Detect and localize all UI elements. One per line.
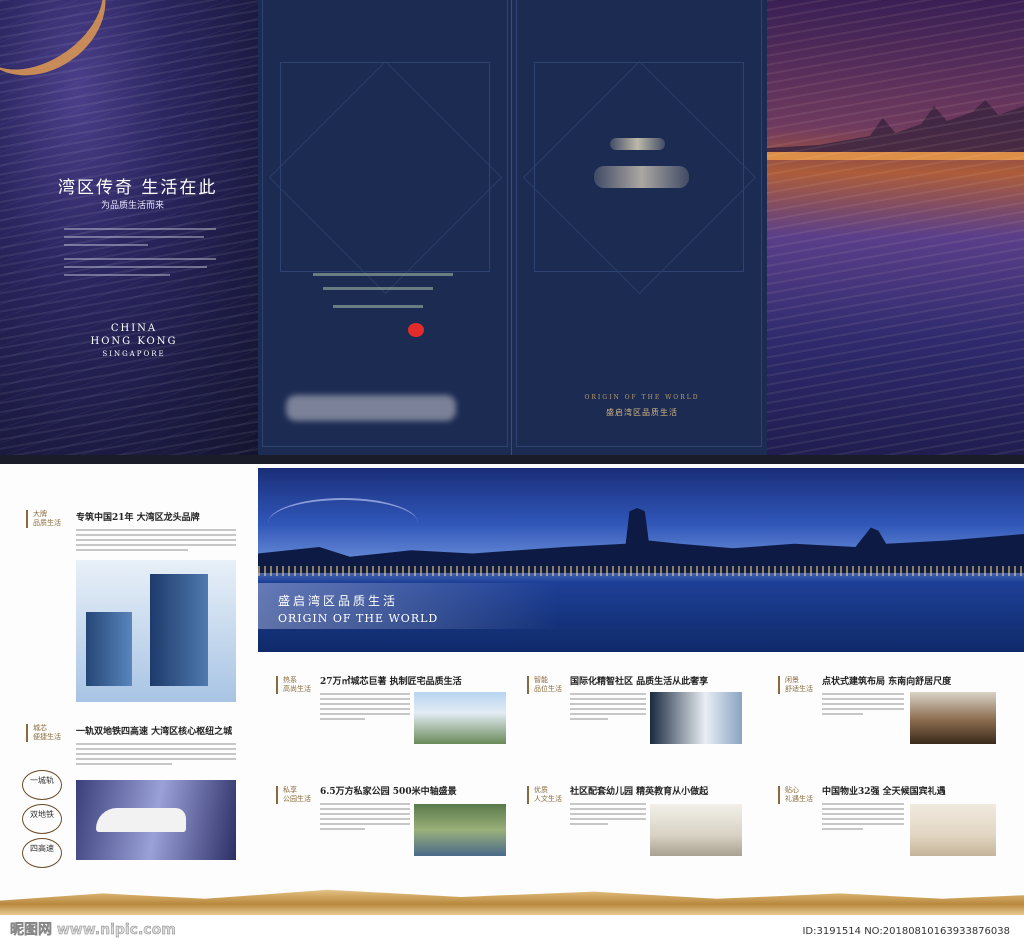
cover-tagline-cn: 盛启湾区品质生活 bbox=[606, 408, 678, 417]
city-name: CHINA bbox=[110, 323, 158, 334]
body-text-block bbox=[76, 740, 236, 768]
highway-badge: 四高速 bbox=[22, 838, 62, 868]
panel-subtitle: 为品质生活而来 bbox=[101, 201, 165, 211]
section-label: 城芯 便捷生活 bbox=[26, 724, 61, 742]
park-aerial-photo bbox=[414, 804, 506, 856]
office-tower-photo bbox=[76, 560, 236, 702]
feature-title: 国际化精智社区 品质生活从此奢享 bbox=[570, 677, 709, 687]
feature-title: 27万㎡城芯巨著 执制匠宅品质生活 bbox=[320, 677, 462, 687]
brochure-inner-spread: 大牌 品质生活 专筑中国21年 大湾区龙头品牌 城芯 便捷生活 一轨双地铁四高速… bbox=[0, 464, 1024, 945]
feature-title: 点状式建筑布局 东南向舒居尺度 bbox=[822, 677, 952, 687]
body-text-block bbox=[320, 800, 410, 833]
blurred-text bbox=[286, 395, 456, 421]
sea-waves-image bbox=[767, 0, 1024, 455]
map-marker-icon bbox=[408, 323, 424, 337]
brand-logo-wordmark bbox=[594, 166, 689, 188]
body-text-block bbox=[822, 800, 904, 833]
rail-badge: 一城轨 bbox=[22, 770, 62, 800]
city-lights-reflection bbox=[258, 566, 1024, 576]
left-panel-night-sea: 湾区传奇 生活在此 为品质生活而来 CHINA HONG KONG SINGAP… bbox=[0, 0, 258, 455]
feature-label: 智能 品位生活 bbox=[527, 676, 562, 694]
city-name: HONG KONG bbox=[90, 336, 178, 347]
bridge-image bbox=[268, 498, 418, 548]
location-map bbox=[313, 265, 463, 345]
gold-wave-decoration bbox=[0, 889, 1024, 915]
feature-label: 私享 公园生活 bbox=[276, 786, 311, 804]
feature-title: 社区配套幼儿园 精英教育从小做起 bbox=[570, 787, 709, 797]
body-text-block bbox=[76, 526, 236, 554]
smart-tech-photo bbox=[650, 692, 742, 744]
interior-view-photo bbox=[910, 692, 996, 744]
footer-bar: 昵图网 www.nipic.com ID:3191514 NO:20180810… bbox=[0, 915, 1024, 945]
residential-aerial-photo bbox=[414, 692, 506, 744]
feature-label: 优质 人文生活 bbox=[527, 786, 562, 804]
body-text-block bbox=[822, 690, 904, 718]
section-title: 一轨双地铁四高速 大湾区核心枢纽之城 bbox=[76, 727, 233, 737]
feature-label: 贴心 礼遇生活 bbox=[778, 786, 813, 804]
metro-badge: 双地铁 bbox=[22, 804, 62, 834]
feature-title: 中国物业32强 全天候国宾礼遇 bbox=[822, 787, 946, 797]
image-id-text: ID:3191514 NO:20180810163933876038 bbox=[802, 926, 1010, 937]
brand-logo bbox=[610, 138, 665, 150]
section-title: 专筑中国21年 大湾区龙头品牌 bbox=[76, 513, 200, 523]
children-classroom-photo bbox=[650, 804, 742, 856]
feature-title: 6.5万方私家公园 500米中轴盛景 bbox=[320, 787, 457, 797]
body-text-block bbox=[570, 800, 646, 828]
bullet-train-photo bbox=[76, 780, 236, 860]
body-text-block bbox=[320, 690, 410, 723]
right-panel-sunset-city bbox=[767, 0, 1024, 455]
section-label: 大牌 品质生活 bbox=[26, 510, 61, 528]
city-name: SINGAPORE bbox=[102, 350, 166, 358]
site-watermark[interactable]: 昵图网 www.nipic.com bbox=[10, 919, 176, 939]
hero-caption-en: ORIGIN OF THE WORLD bbox=[278, 612, 439, 625]
concierge-staff-photo bbox=[910, 804, 996, 856]
city-list: CHINA HONG KONG SINGAPORE bbox=[84, 322, 184, 361]
feature-label: 热系 高尚生活 bbox=[276, 676, 311, 694]
feature-label: 闲景 舒适生活 bbox=[778, 676, 813, 694]
map-panel bbox=[258, 0, 512, 455]
body-text-block bbox=[570, 690, 646, 723]
cover-panel: ORIGIN OF THE WORLD 盛启湾区品质生活 bbox=[512, 0, 767, 455]
hero-caption-cn: 盛启湾区品质生活 bbox=[278, 594, 399, 608]
cover-tagline-en: ORIGIN OF THE WORLD bbox=[584, 394, 700, 401]
panel-title: 湾区传奇 生活在此 bbox=[58, 178, 218, 198]
hero-banner-skyline: 盛启湾区品质生活 ORIGIN OF THE WORLD bbox=[258, 468, 1024, 652]
brochure-outer-spread: 湾区传奇 生活在此 为品质生活而来 CHINA HONG KONG SINGAP… bbox=[0, 0, 1024, 455]
body-text-block bbox=[64, 222, 216, 282]
